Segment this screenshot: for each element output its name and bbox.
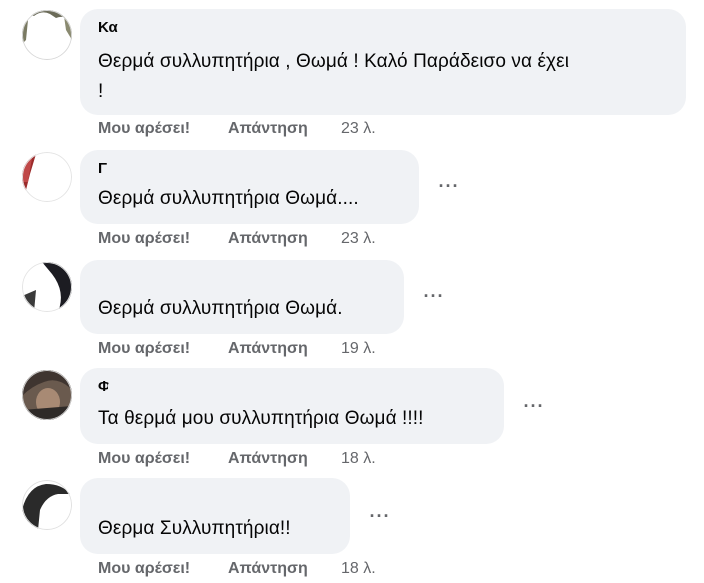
like-button[interactable]: Μου αρέσει! — [98, 448, 228, 470]
comment-3: Θερμά συλλυπητήρια Θωμά. ··· Μου αρέσει!… — [0, 250, 704, 360]
comment-timestamp[interactable]: 18 λ. — [341, 450, 376, 467]
comment-timestamp[interactable]: 19 λ. — [341, 340, 376, 357]
comment-author[interactable]: Κα — [98, 19, 388, 39]
comment-actions: Μου αρέσει! Απάντηση 18 λ. — [98, 448, 376, 470]
avatar[interactable] — [22, 370, 72, 420]
comment-author[interactable]: Φ — [98, 378, 228, 398]
comment-author[interactable]: Γ — [98, 160, 258, 180]
avatar[interactable] — [22, 480, 72, 530]
avatar[interactable] — [22, 262, 72, 312]
like-button[interactable]: Μου αρέσει! — [98, 558, 228, 580]
avatar[interactable] — [22, 10, 72, 60]
comment-5: Θερμα Συλλυπητήρια!! ··· Μου αρέσει! Απάν… — [0, 470, 704, 583]
reply-button[interactable]: Απάντηση — [228, 558, 341, 580]
comment-2: Γ Θερμά συλλυπητήρια Θωμά.... ··· Μου αρ… — [0, 140, 704, 250]
comment-bubble: Φ Τα θερμά μου συλλυπητήρια Θωμά !!!! — [80, 368, 504, 444]
comment-actions: Μου αρέσει! Απάντηση 19 λ. — [98, 338, 376, 360]
reply-button[interactable]: Απάντηση — [228, 338, 341, 360]
comment-text: Τα θερμά μου συλλυπητήρια Θωμά !!!! — [98, 404, 424, 434]
reply-button[interactable]: Απάντηση — [228, 448, 341, 470]
like-button[interactable]: Μου αρέσει! — [98, 338, 228, 360]
comment-text-line: Θερμα Συλλυπητήρια!! — [98, 518, 291, 539]
comment-1: Κα Θερμά συλλυπητήρια , Θωμά ! Καλό Παρά… — [0, 0, 704, 140]
comment-bubble: Θερμά συλλυπητήρια Θωμά. — [80, 260, 404, 334]
more-options-icon[interactable]: ··· — [435, 176, 463, 196]
comment-text: Θερμα Συλλυπητήρια!! — [98, 514, 291, 544]
comment-text: Θερμά συλλυπητήρια Θωμά. — [98, 294, 343, 324]
comment-actions: Μου αρέσει! Απάντηση 23 λ. — [98, 118, 376, 140]
reply-button[interactable]: Απάντηση — [228, 118, 341, 140]
comment-actions: Μου αρέσει! Απάντηση 23 λ. — [98, 228, 376, 250]
comment-text-line: ! — [98, 81, 104, 102]
comment-bubble: Γ Θερμά συλλυπητήρια Θωμά.... — [80, 150, 419, 224]
comment-bubble: Κα Θερμά συλλυπητήρια , Θωμά ! Καλό Παρά… — [80, 9, 686, 115]
comment-timestamp[interactable]: 18 λ. — [341, 560, 376, 577]
like-button[interactable]: Μου αρέσει! — [98, 228, 228, 250]
comment-text-line: Θερμά συλλυπητήρια Θωμά.... — [98, 188, 359, 209]
more-options-icon[interactable]: ··· — [520, 396, 548, 416]
comment-text-line: Τα θερμά μου συλλυπητήρια Θωμά !!!! — [98, 408, 424, 429]
comment-author[interactable] — [98, 488, 334, 508]
like-button[interactable]: Μου αρέσει! — [98, 118, 228, 140]
comment-text-line: Θερμά συλλυπητήρια Θωμά. — [98, 298, 343, 319]
avatar[interactable] — [22, 152, 72, 202]
reply-button[interactable]: Απάντηση — [228, 228, 341, 250]
more-options-icon[interactable]: ··· — [366, 506, 394, 526]
comment-text: Θερμά συλλυπητήρια , Θωμά ! Καλό Παράδει… — [98, 47, 569, 107]
comment-author[interactable] — [98, 270, 268, 290]
comment-timestamp[interactable]: 23 λ. — [341, 230, 376, 247]
more-options-icon[interactable]: ··· — [420, 286, 448, 306]
comment-text-line: Θερμά συλλυπητήρια , Θωμά ! Καλό Παράδει… — [98, 51, 570, 72]
comment-4: Φ Τα θερμά μου συλλυπητήρια Θωμά !!!! ··… — [0, 360, 704, 470]
comment-bubble: Θερμα Συλλυπητήρια!! — [80, 478, 350, 554]
comment-text: Θερμά συλλυπητήρια Θωμά.... — [98, 184, 359, 214]
comment-timestamp[interactable]: 23 λ. — [341, 120, 376, 137]
comment-actions: Μου αρέσει! Απάντηση 18 λ. — [98, 558, 376, 580]
